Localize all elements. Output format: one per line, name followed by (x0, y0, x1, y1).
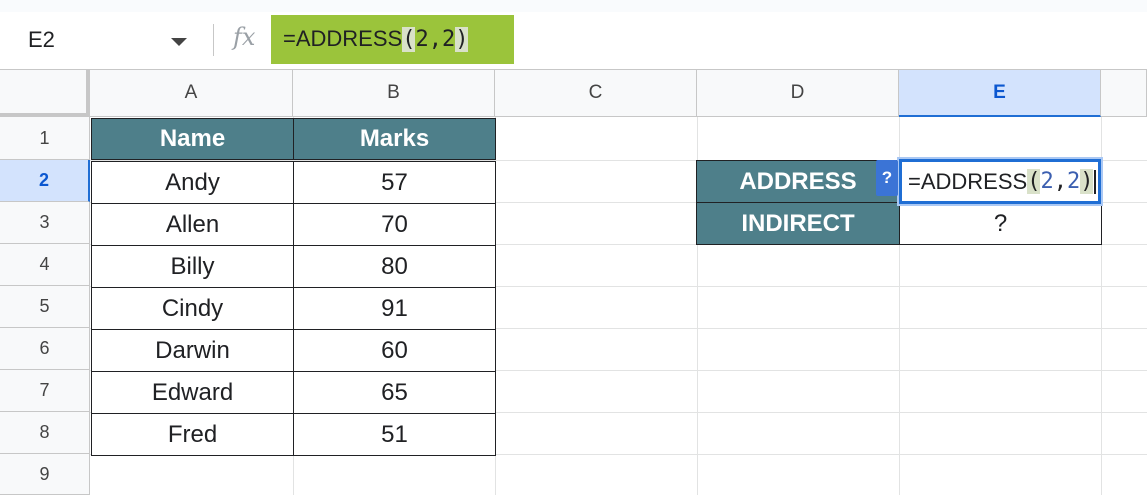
active-cell-editor[interactable]: =ADDRESS(2, 2) (899, 159, 1101, 204)
name-box[interactable]: E2 (0, 12, 205, 69)
formula-function: =ADDRESS (283, 26, 403, 51)
editor-open-paren: ( (1027, 169, 1041, 194)
formula-text: =ADDRESS(2,2) (283, 26, 469, 52)
column-header-c[interactable]: C (495, 70, 697, 117)
select-all-corner[interactable] (0, 70, 90, 117)
indirect-value-cell[interactable]: ? (899, 202, 1102, 245)
table-cell-marks[interactable]: 70 (293, 203, 496, 246)
column-header-d[interactable]: D (697, 70, 899, 117)
fx-icon: fx (233, 23, 256, 51)
formula-close-paren: ) (455, 27, 469, 52)
table-cell-marks[interactable]: 51 (293, 413, 496, 456)
table-cell-marks[interactable]: 91 (293, 287, 496, 330)
editor-comma: , (1053, 169, 1067, 194)
column-header-overflow[interactable] (1101, 70, 1147, 117)
table-cell-marks[interactable]: 57 (293, 161, 496, 204)
formula-help-icon[interactable]: ? (876, 160, 898, 196)
formula-args: 2,2 (415, 27, 456, 52)
row-header-7[interactable]: 7 (0, 370, 90, 412)
text-caret (1094, 169, 1097, 194)
row-header-6[interactable]: 6 (0, 328, 90, 370)
row-header-8[interactable]: 8 (0, 412, 90, 454)
table-cell-name[interactable]: Cindy (91, 287, 294, 330)
editor-arg2: 2 (1066, 169, 1081, 194)
row-header-1[interactable]: 1 (0, 117, 90, 160)
name-box-value: E2 (28, 27, 55, 52)
formula-input[interactable]: =ADDRESS(2,2) (271, 15, 514, 64)
top-strip (0, 0, 1147, 12)
table-cell-name[interactable]: Fred (91, 413, 294, 456)
indirect-label-cell[interactable]: INDIRECT (696, 202, 900, 245)
editor-close-paren: ) (1080, 169, 1094, 194)
row-header-2[interactable]: 2 (0, 160, 90, 202)
table-cell-name[interactable]: Allen (91, 203, 294, 246)
column-header-e[interactable]: E (899, 70, 1101, 117)
editor-function: =ADDRESS (908, 168, 1028, 194)
formula-open-paren: ( (402, 27, 416, 52)
address-label-cell[interactable]: ADDRESS (696, 160, 900, 203)
column-header-a[interactable]: A (90, 70, 293, 117)
dropdown-arrow-icon[interactable] (171, 38, 187, 46)
gridline (1101, 117, 1102, 495)
column-header-b[interactable]: B (293, 70, 495, 117)
editor-arg1: 2 (1040, 169, 1054, 194)
table-cell-marks[interactable]: 80 (293, 245, 496, 288)
row-header-9[interactable]: 9 (0, 454, 90, 495)
formula-bar: E2 fx =ADDRESS(2,2) (0, 12, 1147, 70)
table-cell-marks[interactable]: 60 (293, 329, 496, 372)
table-cell-name[interactable]: Billy (91, 245, 294, 288)
table-header-marks[interactable]: Marks (293, 118, 496, 160)
table-header-name[interactable]: Name (91, 118, 294, 160)
row-header-3[interactable]: 3 (0, 202, 90, 244)
table-cell-name[interactable]: Edward (91, 371, 294, 414)
table-cell-name[interactable]: Andy (91, 161, 294, 204)
row-header-5[interactable]: 5 (0, 286, 90, 328)
formula-bar-divider (213, 24, 214, 56)
table-cell-marks[interactable]: 65 (293, 371, 496, 414)
table-cell-name[interactable]: Darwin (91, 329, 294, 372)
row-header-4[interactable]: 4 (0, 244, 90, 286)
